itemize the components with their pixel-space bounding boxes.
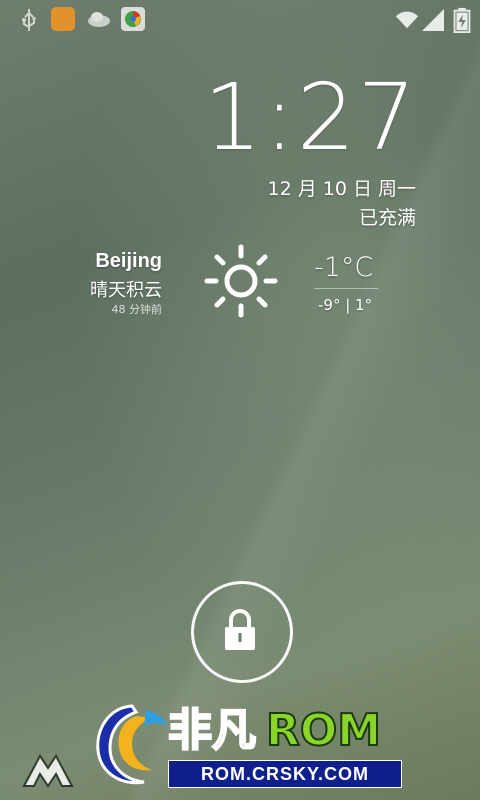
lock-icon [225,609,255,650]
status-bar [0,0,480,38]
watermark-cn: 非凡 [167,705,257,757]
usb-icon [22,9,36,31]
temperature-divider [314,288,378,289]
clock-time: 1:27 [203,64,418,171]
battery-icon [453,7,471,33]
watermark-title: 非凡 ROM [167,705,408,758]
weather-updated: 48 分钟前 [111,303,163,316]
signal-icon [422,9,444,31]
cloud-icon [88,12,110,27]
watermark-logo-icon [96,704,168,785]
weather-temperature: -1°C [314,252,374,283]
weather-city[interactable]: Beijing [95,250,162,273]
date-label: 12 月 10 日 周一 [267,178,416,200]
weather-condition: 晴天积云 [90,280,162,301]
sun-icon [204,244,278,318]
browser-icon [121,7,147,33]
wifi-icon [395,11,419,29]
qq-icon [51,7,77,33]
charge-status: 已充满 [358,207,416,229]
watermark-rom: ROM [265,705,382,757]
weather-range: -9° | 1° [318,296,373,314]
watermark-url: ROM.CRSKY.COM [168,760,402,788]
watermark-av-logo [22,754,74,788]
